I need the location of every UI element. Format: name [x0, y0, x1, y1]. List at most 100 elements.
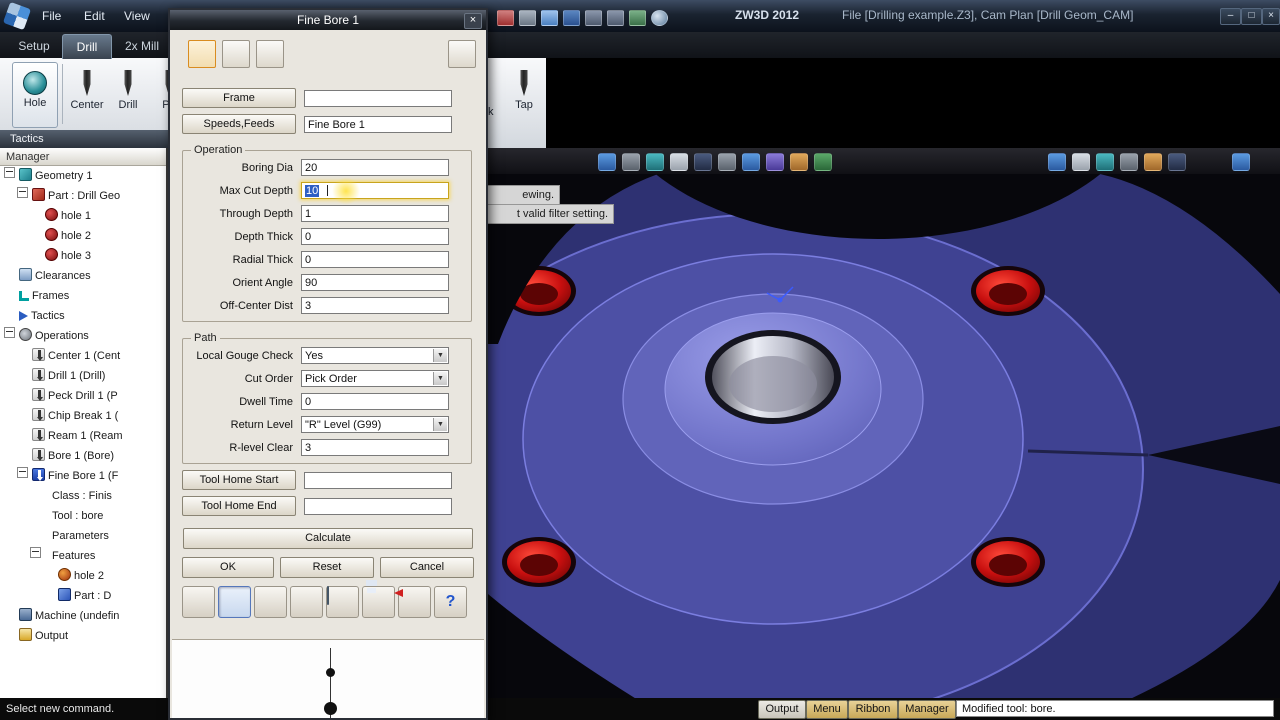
ribbon-button-hole[interactable]: Hole [12, 62, 58, 128]
view-mode-icon[interactable] [694, 153, 712, 171]
manager-header[interactable]: Manager [0, 148, 166, 166]
tree-item-hole-3[interactable]: hole 3 [0, 246, 166, 266]
tree-item-feature-hole-2[interactable]: hole 2 [0, 566, 166, 586]
3d-viewport-canvas[interactable] [297, 0, 1280, 720]
save-icon[interactable] [362, 586, 395, 618]
tree-item-ream-1[interactable]: Ream 1 (Ream [0, 426, 166, 446]
wireframe-icon[interactable] [742, 153, 760, 171]
display-cube-icon[interactable] [1048, 153, 1066, 171]
tree-item-features[interactable]: Features [0, 546, 166, 566]
tree-item-bore-1[interactable]: Bore 1 (Bore) [0, 446, 166, 466]
frame-button[interactable]: Frame [182, 88, 296, 108]
radial-thick-input[interactable]: 0 [301, 251, 449, 268]
tree-item-machine[interactable]: Machine (undefin [0, 606, 166, 626]
boring-dia-input[interactable]: 20 [301, 159, 449, 176]
ribbon-button-peck[interactable]: Pe [148, 62, 168, 128]
select-filter-icon[interactable] [622, 153, 640, 171]
close-button[interactable]: × [1262, 8, 1280, 25]
background-icon[interactable] [1168, 153, 1186, 171]
tree-item-class[interactable]: Class : Finis [0, 486, 166, 506]
help-icon[interactable]: ? [434, 586, 467, 618]
new-file-icon[interactable] [541, 10, 558, 26]
dialog-close-button[interactable]: × [464, 13, 482, 29]
tree-item-peck-drill-1[interactable]: Peck Drill 1 (P [0, 386, 166, 406]
tree-item-center-1[interactable]: Center 1 (Cent [0, 346, 166, 366]
ribbon-button-center[interactable]: Center [66, 62, 108, 128]
tree-item-clearances[interactable]: Clearances [0, 266, 166, 286]
collapse-toggle[interactable] [4, 327, 15, 338]
minimize-button[interactable]: – [1220, 8, 1241, 25]
redo-icon[interactable] [607, 10, 624, 26]
tree-item-output[interactable]: Output [0, 626, 166, 646]
collapse-toggle[interactable] [30, 547, 41, 558]
cplane-icon[interactable] [814, 153, 832, 171]
statusbar-ribbon-button[interactable]: Ribbon [848, 700, 898, 719]
section-icon[interactable] [1096, 153, 1114, 171]
settings-icon[interactable] [629, 10, 646, 26]
tree-item-hole-1[interactable]: hole 1 [0, 206, 166, 226]
visibility-icon[interactable] [646, 153, 664, 171]
tool-display-icon[interactable] [448, 40, 476, 68]
zoom-icon[interactable] [598, 153, 616, 171]
calculate-button[interactable]: Calculate [183, 528, 473, 549]
undo-icon[interactable] [585, 10, 602, 26]
refresh-icon[interactable] [651, 10, 668, 26]
menu-file[interactable]: File [38, 0, 65, 32]
frame-input[interactable] [304, 89, 452, 107]
menu-edit[interactable]: Edit [80, 0, 109, 32]
tree-item-frames[interactable]: Frames [0, 286, 166, 306]
statusbar-menu-button[interactable]: Menu [806, 700, 848, 719]
collapse-toggle[interactable] [17, 187, 28, 198]
perspective-icon[interactable] [766, 153, 784, 171]
tool-home-end-input[interactable] [304, 497, 452, 515]
dialog-title[interactable]: Fine Bore 1 [170, 10, 486, 30]
depth-thick-input[interactable]: 0 [301, 228, 449, 245]
registers-icon[interactable] [256, 40, 284, 68]
ribbon-button-partial[interactable]: k [488, 106, 494, 118]
print-icon[interactable] [497, 10, 514, 26]
gear-icon[interactable] [290, 586, 323, 618]
frame-settings-icon[interactable] [188, 40, 216, 68]
tree-item-fine-bore-1[interactable]: Fine Bore 1 (F [0, 466, 166, 486]
through-depth-input[interactable]: 1 [301, 205, 449, 222]
tab-2x-mill[interactable]: 2x Mill [114, 34, 170, 58]
ribbon-button-drill[interactable]: Drill [108, 62, 148, 128]
speeds-feeds-input[interactable]: Fine Bore 1 [304, 115, 452, 133]
ribbon-button-tap[interactable]: Tap [504, 62, 544, 128]
tree-item-part-drill-geom[interactable]: Part : Drill Geo [0, 186, 166, 206]
cut-order-select[interactable]: Pick Order [301, 370, 449, 387]
tab-drill[interactable]: Drill [62, 34, 112, 59]
orient-angle-input[interactable]: 90 [301, 274, 449, 291]
cancel-button[interactable]: Cancel [380, 557, 474, 578]
tree-item-operations[interactable]: Operations [0, 326, 166, 346]
tree-item-chip-break-1[interactable]: Chip Break 1 ( [0, 406, 166, 426]
tree-item-hole-2[interactable]: hole 2 [0, 226, 166, 246]
ok-button[interactable]: OK [182, 557, 274, 578]
collapse-toggle[interactable] [4, 167, 15, 178]
statusbar-manager-button[interactable]: Manager [898, 700, 956, 719]
speeds-feeds-button[interactable]: Speeds,Feeds [182, 114, 296, 134]
tool-path-icon[interactable] [254, 586, 287, 618]
tree-item-geometry[interactable]: Geometry 1 [0, 166, 166, 186]
tool-home-start-input[interactable] [304, 471, 452, 489]
edit-icon[interactable] [218, 586, 251, 618]
tree-item-drill-1[interactable]: Drill 1 (Drill) [0, 366, 166, 386]
render-mode-icon[interactable] [1072, 153, 1090, 171]
off-center-dist-input[interactable]: 3 [301, 297, 449, 314]
dwell-time-input[interactable]: 0 [301, 393, 449, 410]
save-icon[interactable] [563, 10, 580, 26]
light-icon[interactable] [1144, 153, 1162, 171]
maximize-button[interactable]: □ [1241, 8, 1262, 25]
reset-button[interactable]: Reset [280, 557, 374, 578]
return-level-select[interactable]: "R" Level (G99) [301, 416, 449, 433]
tab-setup[interactable]: Setup [8, 34, 60, 58]
preview-icon[interactable] [519, 10, 536, 26]
revert-icon[interactable] [398, 586, 431, 618]
clamp-icon[interactable] [326, 586, 359, 618]
tool-icon[interactable] [222, 40, 250, 68]
layer-icon[interactable] [670, 153, 688, 171]
tool-home-end-button[interactable]: Tool Home End [182, 496, 296, 516]
max-cut-depth-input[interactable]: 10 [301, 177, 449, 205]
menu-view[interactable]: View [120, 0, 154, 32]
tool-home-start-button[interactable]: Tool Home Start [182, 470, 296, 490]
